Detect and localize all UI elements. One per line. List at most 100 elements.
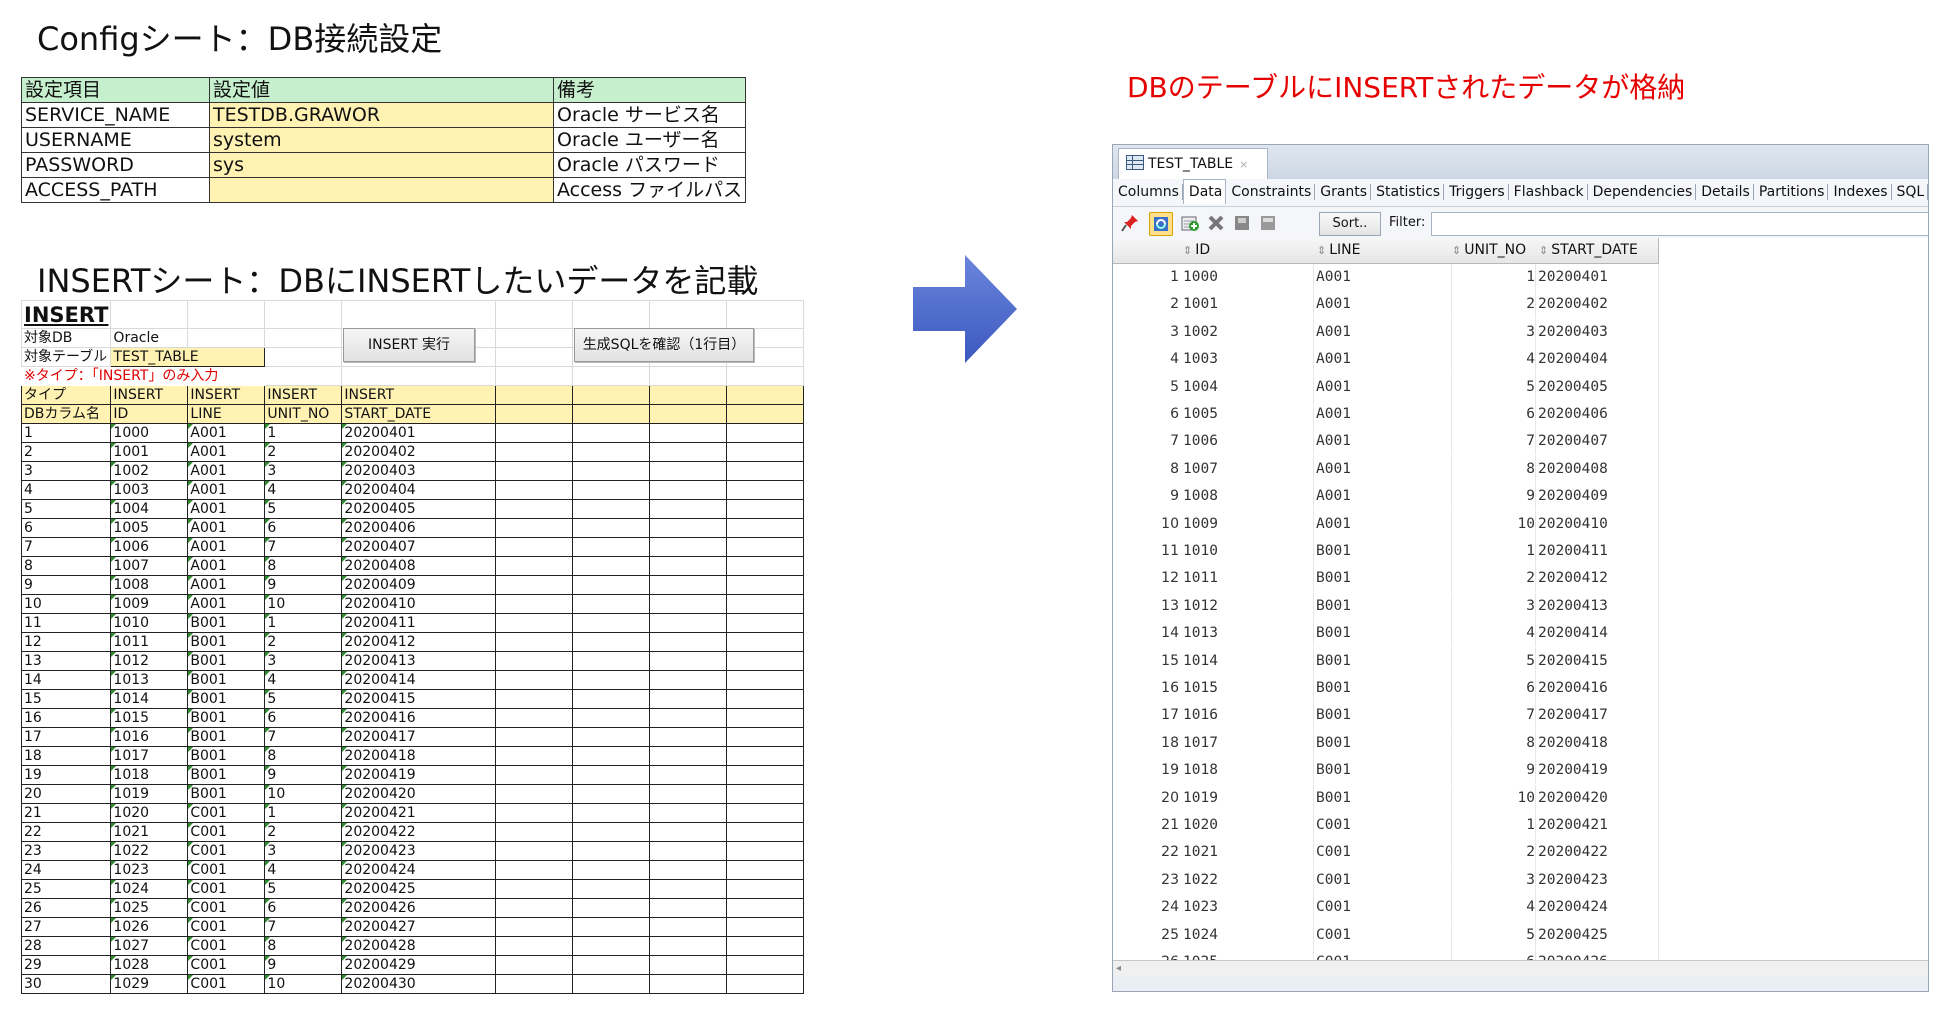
start-date-cell[interactable]: 20200406 <box>1538 401 1659 428</box>
data-cell[interactable] <box>726 632 805 652</box>
data-cell[interactable] <box>726 651 805 671</box>
column-name-cell[interactable] <box>649 404 728 424</box>
type-cell[interactable]: INSERT <box>110 385 189 405</box>
delete-row-icon[interactable] <box>1207 214 1225 232</box>
data-cell[interactable] <box>649 689 728 709</box>
data-cell[interactable] <box>649 879 728 899</box>
data-cell[interactable] <box>572 613 651 633</box>
unit-no-cell[interactable]: 3 <box>1448 867 1536 894</box>
data-cell[interactable]: C001 <box>187 936 266 956</box>
data-cell[interactable]: B001 <box>187 632 266 652</box>
data-cell[interactable]: C001 <box>187 803 266 823</box>
data-cell[interactable] <box>726 803 805 823</box>
data-cell[interactable]: 5 <box>264 689 343 709</box>
data-cell[interactable]: A001 <box>187 442 266 462</box>
line-cell[interactable]: A001 <box>1313 346 1452 373</box>
column-name-cell[interactable]: UNIT_NO <box>264 404 343 424</box>
data-cell[interactable]: 20200413 <box>341 651 497 671</box>
data-cell[interactable] <box>649 841 728 861</box>
data-cell[interactable] <box>495 461 574 481</box>
subtab-constraints[interactable]: Constraints <box>1226 184 1316 200</box>
config-value[interactable]: system <box>209 127 554 153</box>
data-cell[interactable]: 1018 <box>110 765 189 785</box>
start-date-cell[interactable]: 20200401 <box>1538 264 1659 291</box>
grid-row[interactable]: 10 1009 A001 10 20200410 <box>1113 511 1928 538</box>
type-cell[interactable]: INSERT <box>187 385 266 405</box>
data-cell[interactable]: C001 <box>187 955 266 975</box>
data-cell[interactable]: 20200422 <box>341 822 497 842</box>
data-cell[interactable] <box>495 480 574 500</box>
subtab-statistics[interactable]: Statistics <box>1371 184 1445 200</box>
data-cell[interactable]: 1026 <box>110 917 189 937</box>
unit-no-cell[interactable]: 8 <box>1448 730 1536 757</box>
start-date-cell[interactable]: 20200405 <box>1538 374 1659 401</box>
data-cell[interactable] <box>726 518 805 538</box>
data-cell[interactable] <box>649 442 728 462</box>
line-cell[interactable]: A001 <box>1313 456 1452 483</box>
data-cell[interactable] <box>649 765 728 785</box>
line-cell[interactable]: A001 <box>1313 483 1452 510</box>
grid-row[interactable]: 8 1007 A001 8 20200408 <box>1113 456 1928 483</box>
data-cell[interactable]: B001 <box>187 670 266 690</box>
subtab-sql[interactable]: SQL <box>1892 184 1928 200</box>
start-date-cell[interactable]: 20200404 <box>1538 346 1659 373</box>
data-cell[interactable]: 1001 <box>110 442 189 462</box>
data-cell[interactable]: 1012 <box>110 651 189 671</box>
start-date-cell[interactable]: 20200419 <box>1538 757 1659 784</box>
data-cell[interactable]: 20200429 <box>341 955 497 975</box>
data-cell[interactable] <box>726 613 805 633</box>
grid-row[interactable]: 15 1014 B001 5 20200415 <box>1113 648 1928 675</box>
data-cell[interactable]: A001 <box>187 537 266 557</box>
line-cell[interactable]: A001 <box>1313 319 1452 346</box>
data-cell[interactable]: 5 <box>264 879 343 899</box>
line-cell[interactable]: C001 <box>1313 894 1452 921</box>
unit-no-cell[interactable]: 10 <box>1448 511 1536 538</box>
data-cell[interactable] <box>495 955 574 975</box>
line-cell[interactable]: C001 <box>1313 922 1452 949</box>
data-cell[interactable]: A001 <box>187 556 266 576</box>
start-date-cell[interactable]: 20200415 <box>1538 648 1659 675</box>
data-cell[interactable] <box>726 784 805 804</box>
data-cell[interactable] <box>572 746 651 766</box>
grid-row[interactable]: 16 1015 B001 6 20200416 <box>1113 675 1928 702</box>
data-cell[interactable] <box>726 974 805 994</box>
data-cell[interactable]: 4 <box>264 860 343 880</box>
data-cell[interactable] <box>495 670 574 690</box>
data-cell[interactable]: 20200419 <box>341 765 497 785</box>
data-cell[interactable] <box>572 651 651 671</box>
data-cell[interactable]: 20200417 <box>341 727 497 747</box>
id-cell[interactable]: 1015 <box>1183 675 1314 702</box>
column-header-line[interactable]: ⇕ LINE <box>1313 238 1449 264</box>
line-cell[interactable]: A001 <box>1313 401 1452 428</box>
unit-no-cell[interactable]: 9 <box>1448 483 1536 510</box>
data-cell[interactable]: B001 <box>187 651 266 671</box>
data-cell[interactable] <box>495 727 574 747</box>
grid-row[interactable]: 14 1013 B001 4 20200414 <box>1113 620 1928 647</box>
subtab-flashback[interactable]: Flashback <box>1509 184 1588 200</box>
data-cell[interactable] <box>649 727 728 747</box>
data-cell[interactable]: 20200430 <box>341 974 497 994</box>
unit-no-cell[interactable]: 3 <box>1448 593 1536 620</box>
subtab-grants[interactable]: Grants <box>1315 184 1372 200</box>
line-cell[interactable]: B001 <box>1313 593 1452 620</box>
start-date-cell[interactable]: 20200417 <box>1538 702 1659 729</box>
grid-row[interactable]: 21 1020 C001 1 20200421 <box>1113 812 1928 839</box>
data-cell[interactable]: B001 <box>187 613 266 633</box>
grid-row[interactable]: 9 1008 A001 9 20200409 <box>1113 483 1928 510</box>
data-cell[interactable] <box>495 746 574 766</box>
data-cell[interactable] <box>572 955 651 975</box>
data-cell[interactable]: 20200410 <box>341 594 497 614</box>
data-cell[interactable]: 1028 <box>110 955 189 975</box>
data-cell[interactable] <box>649 537 728 557</box>
id-cell[interactable]: 1006 <box>1183 428 1314 455</box>
data-cell[interactable] <box>726 822 805 842</box>
data-cell[interactable]: 6 <box>264 898 343 918</box>
column-name-cell[interactable] <box>572 404 651 424</box>
data-cell[interactable] <box>495 632 574 652</box>
preview-sql-button[interactable]: 生成SQLを確認（1行目） <box>574 328 754 362</box>
data-cell[interactable] <box>572 480 651 500</box>
data-cell[interactable] <box>726 860 805 880</box>
line-cell[interactable]: B001 <box>1313 730 1452 757</box>
data-cell[interactable] <box>649 613 728 633</box>
data-cell[interactable]: 1003 <box>110 480 189 500</box>
